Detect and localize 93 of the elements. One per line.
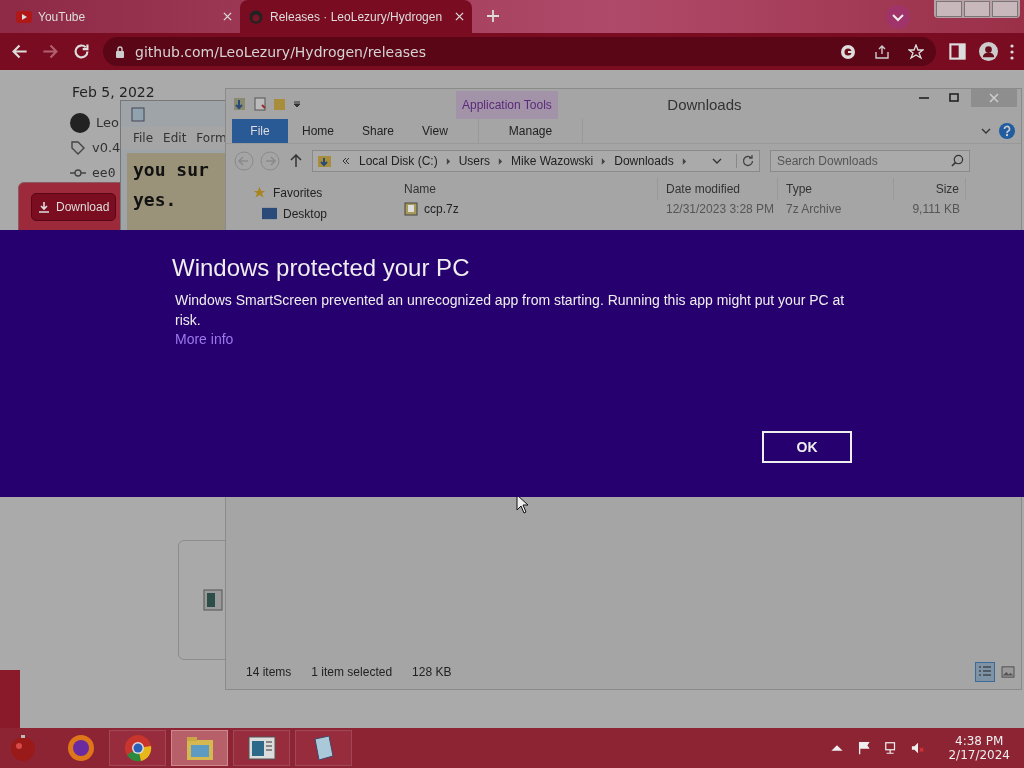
selection-size: 128 KB [412,665,452,679]
path-segment[interactable]: Downloads [614,154,674,168]
google-icon[interactable] [840,43,856,60]
text-line: yes. [133,188,177,212]
share-icon[interactable] [874,43,890,60]
file-menu-button[interactable]: File [232,119,288,143]
new-document-icon[interactable] [252,96,268,112]
refresh-icon [736,154,755,168]
path-segment[interactable]: Mike Wazowski [511,154,594,168]
circle-logo-icon [122,733,153,763]
star-icon[interactable] [908,43,924,60]
document-icon [203,589,223,611]
chevron-icon [681,157,687,165]
selection-status: 1 item selected [311,665,393,679]
help-icon[interactable] [999,123,1015,139]
author-name[interactable]: Leo [96,115,119,130]
path-segment[interactable]: Users [458,154,491,168]
navigation-item[interactable]: Favorites [226,184,396,201]
new-tab-icon[interactable] [486,9,500,23]
tag-name[interactable]: v0.4 [92,140,121,155]
muted-speaker-icon[interactable] [911,741,926,755]
release-date: Feb 5, 2022 [72,84,155,100]
download-icon [38,201,50,213]
start-orb-icon[interactable] [8,733,38,763]
maximize-icon [949,93,959,103]
menu-item[interactable]: File [133,131,154,145]
column-header[interactable]: Name [396,178,658,200]
commit-hash[interactable]: ee0 [92,165,116,180]
overflow-icon [341,156,351,166]
ribbon-tab[interactable]: View [408,119,462,143]
chevron-icon [498,157,504,165]
navigation-item[interactable]: Desktop [226,205,396,222]
flag-icon[interactable] [857,741,872,755]
column-header[interactable]: Size [894,178,966,200]
browser-tab[interactable]: YouTube [8,0,240,33]
taskbar-button[interactable] [109,730,166,766]
fox-globe-icon [66,733,96,763]
context-tab-group: Application Tools [456,91,558,119]
properties-icon[interactable] [232,96,248,112]
address-field[interactable]: github.com/LeoLezury/Hydrogen/releases [103,37,936,66]
folder-icon [317,153,333,169]
ok-button[interactable]: OK [762,431,852,463]
notepad-icon [131,106,145,122]
table-cell-text: 7z Archive [785,202,843,216]
chevron-icon [445,157,451,165]
path-segment[interactable]: Local Disk (C:) [359,154,438,168]
file-name[interactable]: ccp.7z [424,202,459,216]
monitor-icon [262,207,277,220]
clock[interactable]: 4:38 PM 2/17/2024 [948,734,1010,762]
archive-file-icon [404,202,418,216]
up-arrow-icon[interactable] [290,154,302,168]
browser-tab[interactable]: Releases · LeoLezury/Hydrogen [240,0,472,33]
reload-icon[interactable] [72,42,91,61]
search-icon [951,154,964,167]
profile-icon[interactable] [979,42,998,61]
search-field[interactable]: Search Downloads [770,150,970,172]
address-bar[interactable]: Local Disk (C:) Users Mike Wazowski Downloads [312,150,760,172]
history-dropdown-icon [712,156,722,166]
star-icon [252,186,267,199]
close-icon [989,93,999,103]
lock-icon [115,45,125,58]
thumbnail-view-icon[interactable] [1001,666,1015,678]
expand-ribbon-icon[interactable] [981,126,991,136]
window-title: Downloads [666,95,743,113]
table-cell-text: 9,111 KB [911,202,961,216]
back-icon[interactable] [10,42,29,61]
dropdown-icon[interactable] [292,99,302,109]
download-button[interactable]: Download [31,193,117,221]
taskbar-button[interactable] [295,730,352,766]
column-header[interactable]: Type [778,178,894,200]
text-line: you sur [133,158,209,182]
window-icon [246,733,277,763]
close-icon[interactable] [455,12,464,21]
menu-icon[interactable] [1010,43,1014,60]
mouse-cursor-icon [516,494,528,514]
ribbon-tab[interactable]: Share [348,119,409,143]
tag-icon [70,139,86,156]
ribbon-tab[interactable]: Home [288,119,348,143]
item-count: 14 items [246,665,292,679]
close-icon[interactable] [223,12,232,21]
taskbar-button[interactable] [233,730,290,766]
tab-search-icon[interactable] [886,5,910,29]
play-logo-icon [16,9,32,24]
column-header[interactable]: Date modified [658,178,778,200]
minimize-icon [919,97,929,99]
avatar-icon [70,112,90,133]
side-panel-icon[interactable] [948,42,967,61]
forward-icon[interactable] [41,42,60,61]
more-info-link[interactable]: More info [175,331,234,347]
menu-item[interactable]: Edit [163,131,187,145]
table-cell-text: 12/31/2023 3:28 PM [665,202,776,216]
chevron-icon [601,157,607,165]
cat-logo-icon [248,9,264,24]
